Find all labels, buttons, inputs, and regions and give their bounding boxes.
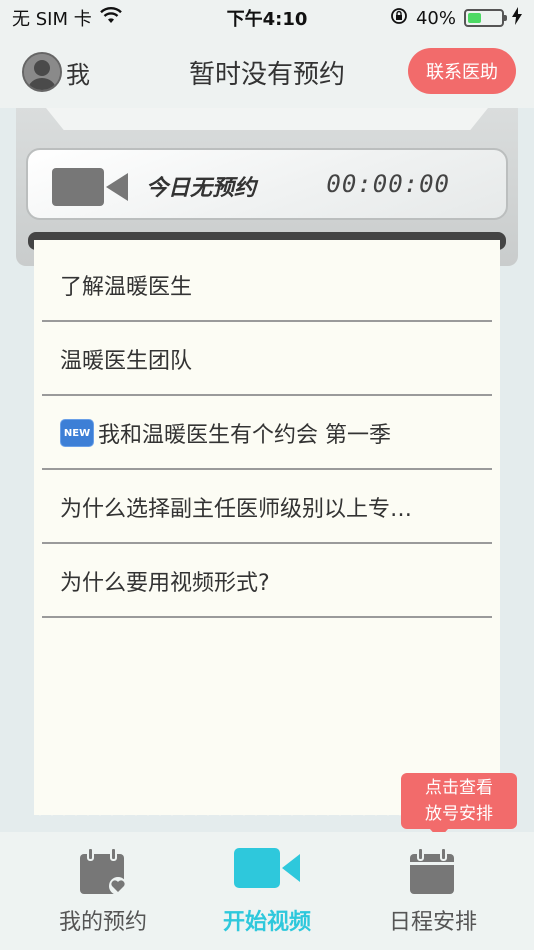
wifi-icon [99, 6, 122, 30]
status-bar: 无 SIM 卡 下午4:10 40% [0, 0, 534, 36]
tab-label: 开始视频 [222, 910, 311, 935]
list-item-label: 温暖医生团队 [60, 349, 193, 374]
list-item-team[interactable]: 温暖医生团队 [42, 324, 492, 396]
appointment-status: 今日无预约 [146, 176, 257, 201]
tooltip-line-2: 放号安排 [425, 804, 493, 824]
video-camera-icon [178, 848, 356, 888]
list-item-label: 了解温暖医生 [60, 275, 193, 300]
battery-percent: 40% [415, 7, 456, 29]
list-item-about[interactable]: 了解温暖医生 [42, 250, 492, 322]
battery-icon [464, 9, 507, 27]
list-item-label: 我和温暖医生有个约会 第一季 [98, 423, 391, 448]
tab-start-video[interactable]: 开始视频 [178, 832, 356, 950]
list-item-why-senior[interactable]: 为什么选择副主任医师级别以上专… [42, 472, 492, 544]
list-item-label: 为什么要用视频形式? [60, 571, 270, 596]
appointment-timer: 00:00:00 [326, 170, 450, 198]
tooltip-line-1: 点击查看 [425, 778, 493, 798]
calendar-icon [344, 848, 522, 896]
tab-label: 日程安排 [388, 910, 477, 935]
list-item-why-video[interactable]: 为什么要用视频形式? [42, 546, 492, 618]
contact-assistant-button[interactable]: 联系医助 [408, 48, 516, 94]
list-item-label: 为什么选择副主任医师级别以上专… [60, 497, 413, 522]
machine-top [46, 108, 488, 130]
tab-my-appointments[interactable]: 我的预约 [14, 832, 192, 950]
schedule-tooltip[interactable]: 点击查看 放号安排 [401, 773, 517, 839]
video-camera-icon [52, 168, 128, 210]
appointment-display: 今日无预约 00:00:00 [26, 148, 508, 220]
carrier-label: 无 SIM 卡 [12, 9, 92, 30]
rotation-lock-icon [390, 7, 408, 30]
header: 我 暂时没有预约 联系医助 [0, 36, 534, 108]
info-list: 了解温暖医生 温暖医生团队 NEW 我和温暖医生有个约会 第一季 为什么选择副主… [34, 240, 500, 815]
list-item-season-one[interactable]: NEW 我和温暖医生有个约会 第一季 [42, 398, 492, 470]
charging-icon [512, 6, 522, 30]
tab-schedule[interactable]: 日程安排 [344, 832, 522, 950]
tab-label: 我的预约 [58, 910, 147, 935]
calendar-heart-icon [14, 848, 192, 896]
tab-bar: 我的预约 开始视频 日程安排 [0, 832, 534, 950]
battery-level [468, 13, 481, 23]
new-badge-icon: NEW [60, 419, 94, 447]
